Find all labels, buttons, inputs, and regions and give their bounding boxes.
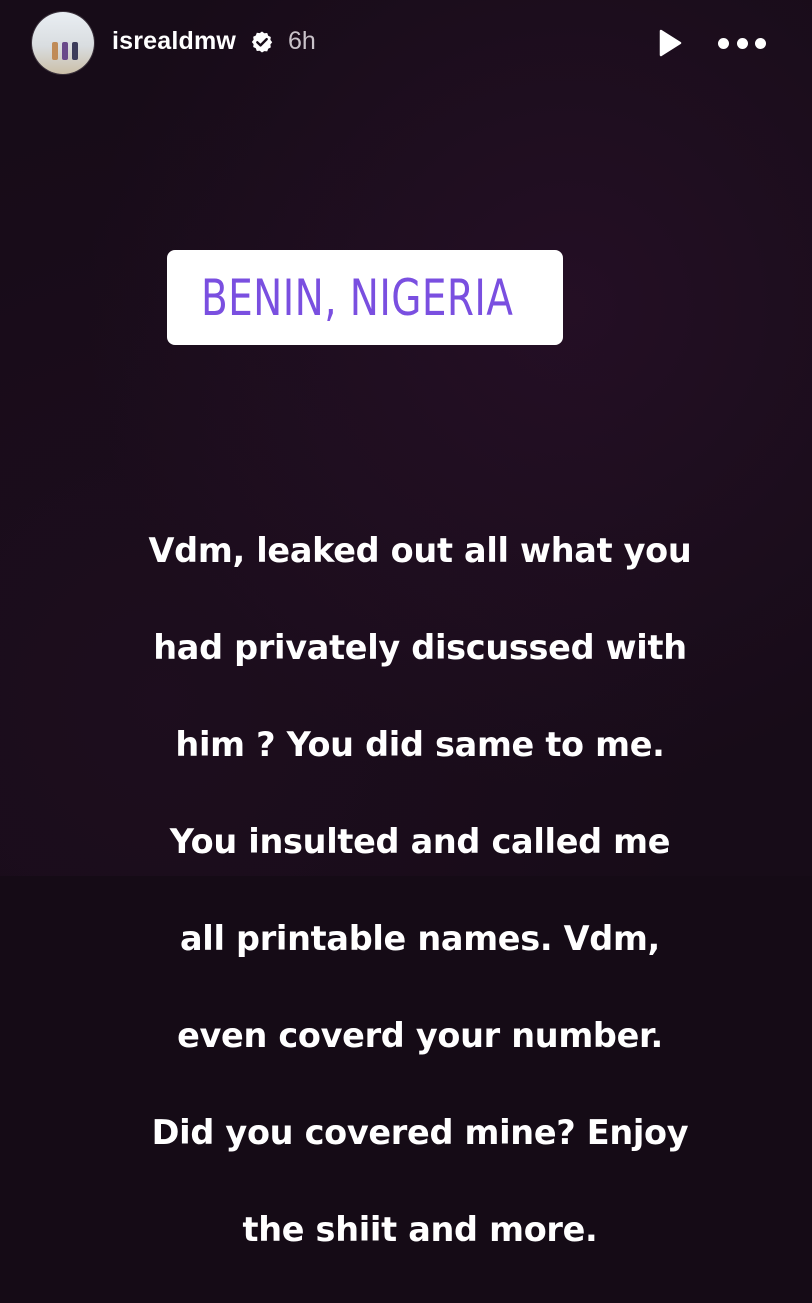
caption-line: Did you covered mine? Enjoy bbox=[151, 1112, 689, 1152]
caption-line: had privately discussed with bbox=[153, 627, 687, 667]
caption-line: the shiit and more. bbox=[242, 1209, 598, 1249]
caption-line: Vdm, leaked out all what you bbox=[148, 530, 692, 570]
username[interactable]: isrealdmw bbox=[112, 27, 236, 56]
more-options-icon[interactable] bbox=[718, 30, 766, 56]
play-icon[interactable] bbox=[654, 28, 684, 58]
location-label: BENIN, NIGERIA bbox=[201, 268, 514, 327]
story-header: isrealdmw 6h bbox=[0, 0, 812, 86]
caption-line: You insulted and called me bbox=[169, 821, 671, 861]
caption-line: all printable names. Vdm, bbox=[180, 918, 660, 958]
story-caption: Vdm, leaked out all what you had private… bbox=[100, 478, 740, 1303]
caption-line: even coverd your number. bbox=[177, 1015, 663, 1055]
avatar[interactable] bbox=[32, 12, 94, 74]
post-time: 6h bbox=[288, 27, 316, 55]
verified-badge-icon bbox=[251, 31, 273, 53]
location-sticker[interactable]: BENIN, NIGERIA bbox=[167, 250, 563, 345]
caption-line: him ? You did same to me. bbox=[175, 724, 665, 764]
